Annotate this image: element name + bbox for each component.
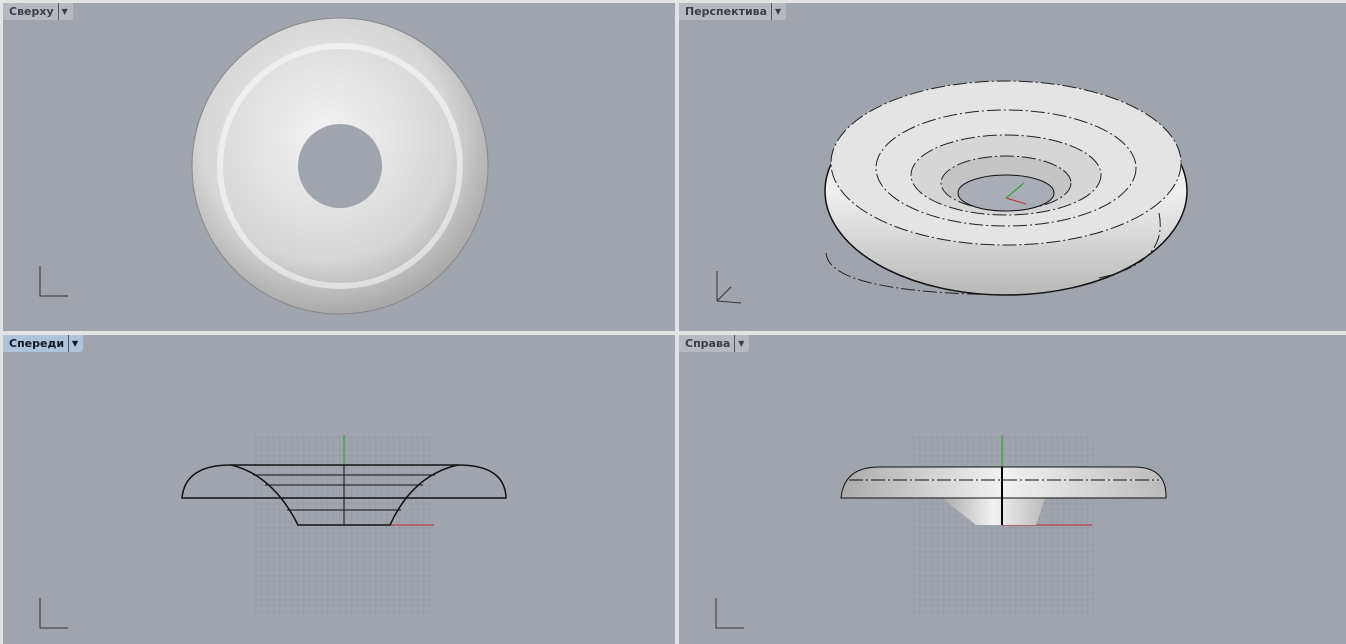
torus-right-view bbox=[715, 435, 1167, 629]
triangle-down-icon[interactable]: ▼ bbox=[68, 335, 81, 352]
viewport-perspective[interactable]: Перспектива ▼ bbox=[679, 3, 1346, 331]
triangle-down-icon[interactable]: ▼ bbox=[771, 3, 784, 20]
viewport-right[interactable]: Справа ▼ bbox=[679, 335, 1346, 644]
viewport-tab-front[interactable]: Спереди ▼ bbox=[3, 335, 84, 352]
viewport-title: Спереди bbox=[9, 337, 65, 350]
viewport-front[interactable]: Спереди ▼ bbox=[3, 335, 675, 644]
axis-indicator-icon bbox=[39, 266, 68, 297]
viewport-tab-perspective[interactable]: Перспектива ▼ bbox=[679, 3, 787, 20]
triangle-down-icon[interactable]: ▼ bbox=[734, 335, 747, 352]
viewport-title: Перспектива bbox=[685, 5, 768, 18]
viewport-tab-top[interactable]: Сверху ▼ bbox=[3, 3, 73, 20]
viewport-title: Сверху bbox=[9, 5, 54, 18]
torus-top-view bbox=[39, 17, 489, 315]
axis-indicator-icon bbox=[39, 598, 68, 629]
torus-perspective-view bbox=[716, 80, 1188, 304]
axis-indicator-icon bbox=[716, 271, 742, 304]
viewport-title: Справа bbox=[685, 337, 731, 350]
triangle-down-icon[interactable]: ▼ bbox=[57, 3, 71, 20]
torus-front-view bbox=[39, 435, 507, 629]
viewport-tab-right[interactable]: Справа ▼ bbox=[679, 335, 750, 352]
axis-indicator-icon bbox=[715, 598, 744, 629]
viewport-top[interactable]: Сверху ▼ bbox=[3, 3, 675, 331]
